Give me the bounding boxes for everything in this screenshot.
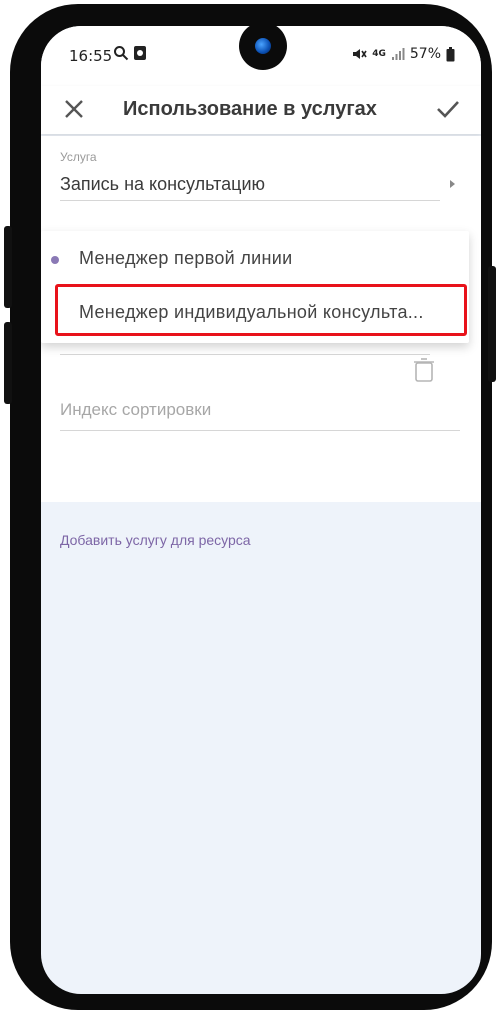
add-service-link[interactable]: Добавить услугу для ресурса	[60, 532, 251, 548]
sort-index-field[interactable]: Индекс сортировки	[60, 400, 211, 420]
highlight-box	[55, 284, 467, 336]
mute-icon	[353, 49, 367, 59]
check-icon[interactable]	[435, 96, 461, 122]
app-bar: Использование в услугах	[41, 86, 481, 134]
close-icon[interactable]	[61, 96, 87, 122]
status-bar: 16:55 4G 57%	[41, 26, 481, 86]
bixby-button	[488, 266, 496, 382]
phone-frame: 16:55 4G 57% Использование в услугах Усл…	[4, 4, 496, 1010]
camera-notification-icon	[134, 46, 146, 60]
service-field-underline	[60, 200, 440, 201]
front-camera	[239, 26, 287, 70]
battery-icon	[446, 46, 455, 61]
screen: 16:55 4G 57% Использование в услугах Усл…	[41, 26, 481, 994]
search-icon	[114, 46, 129, 61]
power-button	[4, 322, 12, 404]
service-dropdown-arrow-icon[interactable]	[450, 180, 455, 188]
battery-percent: 57%	[409, 46, 441, 62]
service-field-value[interactable]: Запись на консультацию	[60, 174, 265, 195]
status-time: 16:55	[69, 47, 113, 65]
sort-index-underline	[60, 430, 460, 431]
status-right-icons: 4G 57%	[351, 46, 455, 62]
selected-dot-icon	[51, 256, 59, 264]
status-left-icons	[113, 45, 147, 61]
page-title: Использование в услугах	[123, 98, 377, 120]
staff-field-underline	[60, 354, 430, 355]
network-type: 4G	[372, 48, 386, 59]
volume-button	[4, 226, 12, 308]
trash-icon[interactable]	[413, 358, 435, 382]
service-field-label: Услуга	[60, 150, 97, 164]
dropdown-option-first-line-manager[interactable]: Менеджер первой линии	[79, 248, 292, 269]
signal-icon	[391, 48, 405, 60]
